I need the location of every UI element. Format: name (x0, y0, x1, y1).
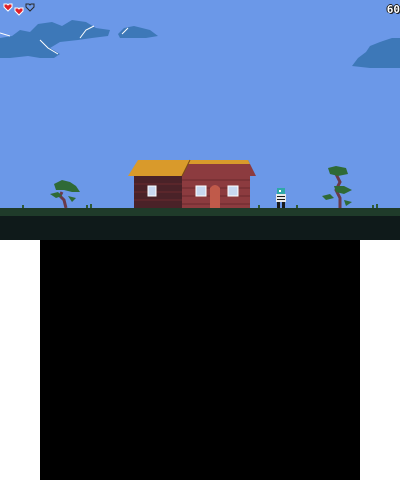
health-bar (3, 3, 35, 16)
cloud-icon (352, 38, 400, 68)
window (147, 185, 157, 197)
fps-counter: 60 (386, 3, 400, 16)
door (210, 185, 220, 208)
bonsai-tree-icon (50, 180, 80, 209)
cloud-icon (0, 20, 110, 58)
player-icon[interactable] (276, 188, 286, 208)
window (195, 185, 207, 197)
heart-icon (3, 3, 13, 12)
top-screen: 60 (0, 0, 400, 240)
heart-empty-icon (25, 3, 35, 12)
bonsai-tree-icon (322, 166, 352, 208)
window (227, 185, 239, 197)
heart-icon (14, 7, 24, 16)
bottom-screen[interactable] (40, 240, 360, 480)
game-scene (0, 20, 400, 240)
cloud-icon (118, 26, 158, 38)
house (128, 159, 256, 208)
ground-dirt (0, 216, 400, 240)
ground-grass (0, 208, 400, 216)
